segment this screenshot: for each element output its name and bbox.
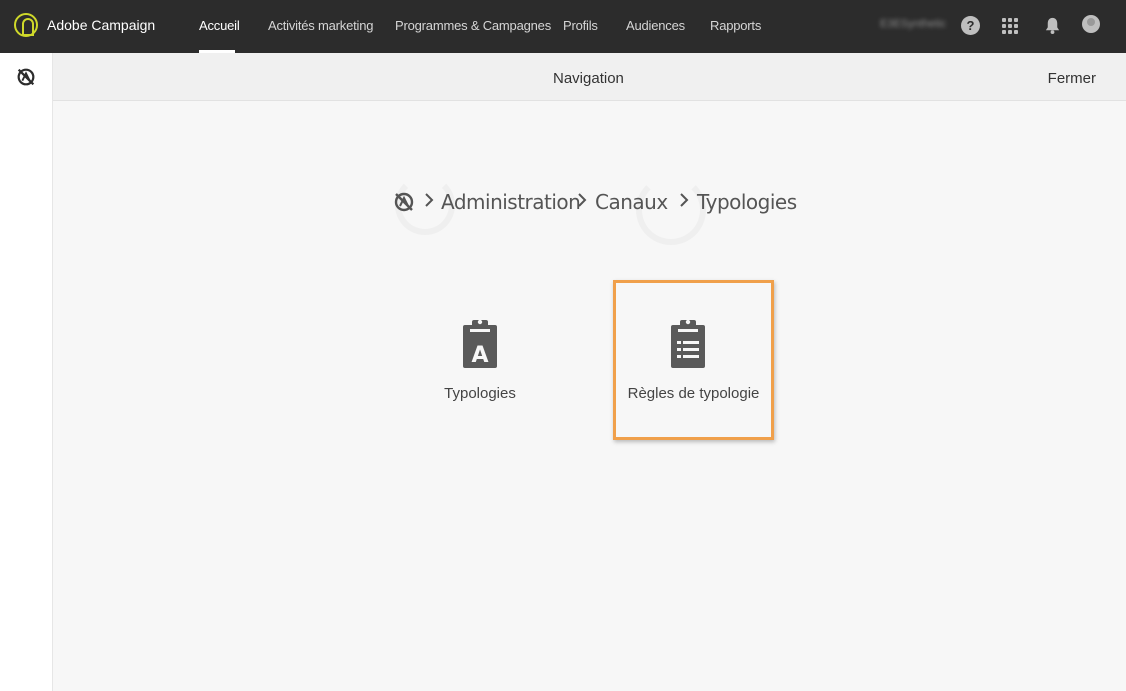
nav-item-rapports[interactable]: Rapports: [710, 18, 761, 33]
close-navigation-button[interactable]: Fermer: [1048, 70, 1096, 87]
breadcrumb-chevron-right-icon: [680, 193, 689, 207]
nav-item-programmes-campagnes[interactable]: Programmes & Campagnes: [395, 18, 551, 33]
svg-text:A: A: [471, 343, 488, 368]
user-avatar[interactable]: [1082, 15, 1100, 33]
help-icon[interactable]: ?: [961, 16, 980, 35]
clipboard-list-icon: [671, 319, 705, 368]
tile-label: Typologies: [444, 385, 516, 402]
breadcrumb-item-administration[interactable]: Administration: [441, 190, 581, 214]
breadcrumb-item-canaux[interactable]: Canaux: [595, 190, 668, 214]
nav-item-activites-marketing[interactable]: Activités marketing: [268, 18, 373, 33]
navigation-compass-icon[interactable]: [15, 66, 37, 88]
breadcrumb-item-typologies: Typologies: [697, 190, 797, 214]
user-name[interactable]: E3ESynthetic: [880, 18, 946, 30]
tile-regles-de-typologie[interactable]: Règles de typologie: [616, 310, 771, 420]
clipboard-a-icon: A: [463, 319, 497, 368]
adobe-campaign-logo-icon[interactable]: [14, 13, 38, 37]
notifications-bell-icon[interactable]: [1043, 16, 1062, 35]
nav-item-profils[interactable]: Profils: [563, 18, 598, 33]
navigation-panel-header: Navigation Fermer: [53, 53, 1126, 101]
app-switcher-grid-icon[interactable]: [1002, 18, 1018, 34]
navigation-panel-title: Navigation: [553, 70, 624, 87]
breadcrumb-home-navigation-icon[interactable]: [392, 189, 416, 215]
nav-item-accueil[interactable]: Accueil: [199, 18, 240, 33]
app-title[interactable]: Adobe Campaign: [47, 17, 155, 33]
tile-typologies[interactable]: A Typologies: [420, 310, 540, 420]
top-navigation-bar: Adobe Campaign Accueil Activités marketi…: [0, 0, 1126, 53]
breadcrumb-chevron-right-icon: [578, 193, 587, 207]
left-rail: [0, 53, 53, 691]
tile-label: Règles de typologie: [627, 385, 760, 402]
breadcrumb-chevron-right-icon: [425, 193, 434, 207]
nav-item-audiences[interactable]: Audiences: [626, 18, 685, 33]
